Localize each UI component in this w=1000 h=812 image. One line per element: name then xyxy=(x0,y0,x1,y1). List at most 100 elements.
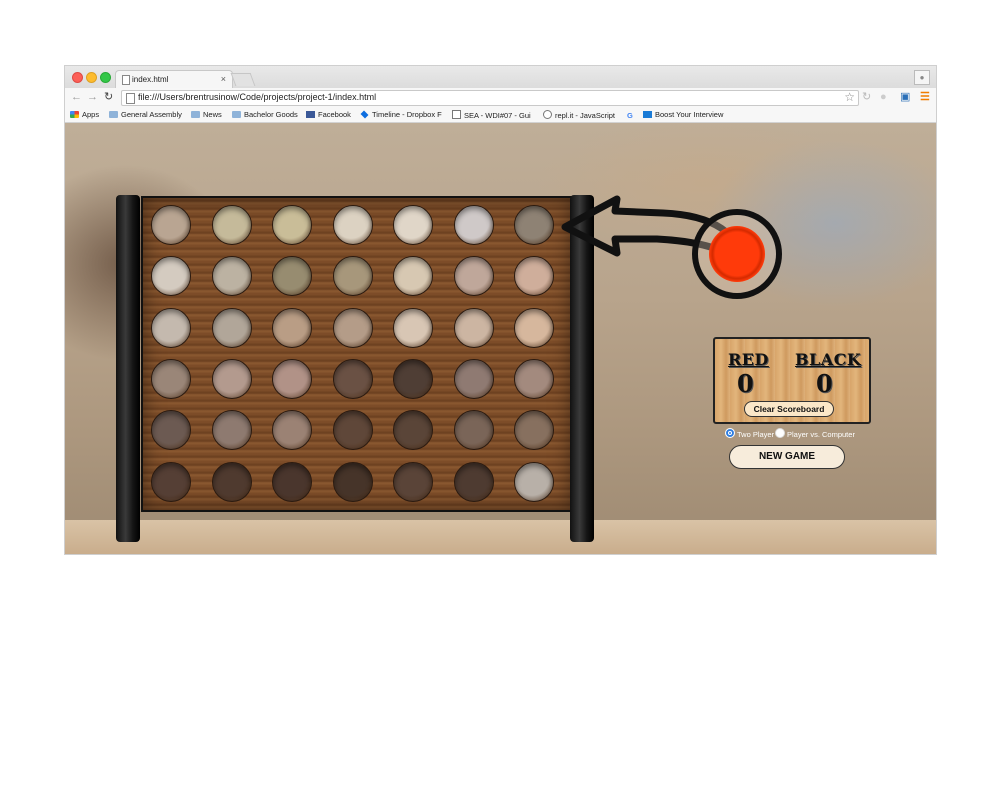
board-slot[interactable] xyxy=(272,461,312,502)
board-slot[interactable] xyxy=(272,256,312,297)
dropbox-icon xyxy=(360,110,369,119)
table-surface xyxy=(65,520,936,554)
board-slot[interactable] xyxy=(453,256,494,297)
board-slot[interactable] xyxy=(393,307,433,348)
board-slot[interactable] xyxy=(211,307,252,348)
board-slot[interactable] xyxy=(332,410,373,451)
mode-two-player[interactable]: Two Player xyxy=(725,428,774,439)
board-slot[interactable] xyxy=(453,410,494,451)
title-bar: index.html × ● xyxy=(65,66,936,89)
page-icon xyxy=(126,93,135,104)
board-slot[interactable] xyxy=(211,256,252,297)
bookmark-facebook[interactable]: Facebook xyxy=(306,110,351,119)
board-slot[interactable] xyxy=(211,410,252,451)
bookmark-label: News xyxy=(203,110,222,119)
minimize-window-button[interactable] xyxy=(86,72,97,83)
google-icon: G xyxy=(627,111,633,120)
board-slot[interactable] xyxy=(272,410,312,451)
board-slot[interactable] xyxy=(272,358,312,399)
board-slot[interactable] xyxy=(211,205,252,245)
board-slot[interactable] xyxy=(514,410,554,451)
board-slot[interactable] xyxy=(332,307,373,348)
extension-shield-icon[interactable]: ● xyxy=(880,91,887,103)
board-slot[interactable] xyxy=(514,256,554,297)
board-slot[interactable] xyxy=(332,205,373,245)
two-player-radio[interactable] xyxy=(725,428,735,438)
screen-capture-icon[interactable]: ▣ xyxy=(900,91,910,103)
new-game-button[interactable]: NEW GAME xyxy=(729,445,845,469)
board-slot[interactable] xyxy=(151,358,191,399)
board-slot[interactable] xyxy=(332,256,373,297)
board-slot[interactable] xyxy=(453,461,494,502)
board-slot[interactable] xyxy=(151,205,191,245)
address-bar[interactable]: file:///Users/brentrusinow/Code/projects… xyxy=(121,90,859,106)
browser-window: index.html × ● ← → ↻ file:///Users/brent… xyxy=(65,66,936,554)
bookmark-label: Apps xyxy=(82,110,100,119)
profile-icon[interactable]: ● xyxy=(914,70,930,85)
board-slot[interactable] xyxy=(453,307,494,348)
bookmark-label: General Assembly xyxy=(121,110,182,119)
game-page: RED BLACK 0 0 Clear Scoreboard Two Playe… xyxy=(65,123,936,554)
tab-title: index.html xyxy=(132,75,169,84)
bookmark-general-assembly[interactable]: General Assembly xyxy=(109,110,182,119)
board-slot[interactable] xyxy=(332,461,373,502)
bookmark-label: SEA - WDI#07 - Gui xyxy=(464,111,531,120)
bookmark-news[interactable]: News xyxy=(191,110,222,119)
apps-grid-icon xyxy=(70,111,79,118)
menu-icon[interactable]: ☰ xyxy=(920,91,930,103)
bookmark-google[interactable]: G xyxy=(627,110,636,120)
extension-refresh-icon[interactable]: ↻ xyxy=(862,91,871,103)
board-slot[interactable] xyxy=(514,307,554,348)
two-player-label: Two Player xyxy=(737,430,775,439)
board-slot[interactable] xyxy=(393,410,433,451)
bookmark-apps[interactable]: Apps xyxy=(70,110,99,119)
url-text: file:///Users/brentrusinow/Code/projects… xyxy=(138,92,377,102)
back-arrow-icon[interactable]: ← xyxy=(71,91,82,103)
close-window-button[interactable] xyxy=(72,72,83,83)
board-slot[interactable] xyxy=(272,205,312,245)
page-icon xyxy=(543,110,552,119)
forward-arrow-icon[interactable]: → xyxy=(87,91,98,103)
board-slot[interactable] xyxy=(393,358,433,399)
bookmark-label: Bachelor Goods xyxy=(244,110,298,119)
scoreboard: RED BLACK 0 0 Clear Scoreboard xyxy=(713,337,871,424)
new-tab-button[interactable] xyxy=(230,73,256,86)
board-slot[interactable] xyxy=(211,358,252,399)
bookmark-star-icon[interactable]: ☆ xyxy=(844,90,855,104)
reload-icon[interactable]: ↻ xyxy=(104,91,113,103)
zoom-window-button[interactable] xyxy=(100,72,111,83)
folder-icon xyxy=(191,111,200,118)
bookmark-bachelor-goods[interactable]: Bachelor Goods xyxy=(232,110,298,119)
vs-computer-radio[interactable] xyxy=(775,428,785,438)
board-slot[interactable] xyxy=(272,307,312,348)
bookmark-boost-interview[interactable]: Boost Your Interview xyxy=(643,110,723,119)
tab-close-icon[interactable]: × xyxy=(221,74,226,84)
tab-index-html[interactable]: index.html × xyxy=(115,70,233,89)
board-slot[interactable] xyxy=(332,358,373,399)
bookmark-label: Boost Your Interview xyxy=(655,110,724,119)
bookmark-sea-wdi[interactable]: SEA - WDI#07 - Gui xyxy=(452,110,531,120)
facebook-icon xyxy=(306,111,315,118)
board-slot[interactable] xyxy=(514,358,554,399)
board-slot[interactable] xyxy=(453,358,494,399)
board-slot[interactable] xyxy=(393,461,433,502)
board-slot[interactable] xyxy=(393,205,433,245)
connect-four-board[interactable] xyxy=(141,196,573,512)
bookmark-label: Facebook xyxy=(318,110,351,119)
board-slot[interactable] xyxy=(151,410,191,451)
board-slot[interactable] xyxy=(514,205,554,245)
board-slot[interactable] xyxy=(453,205,494,245)
bookmark-dropbox[interactable]: Timeline - Dropbox F xyxy=(360,110,442,119)
clear-scoreboard-button[interactable]: Clear Scoreboard xyxy=(744,401,834,417)
board-slot[interactable] xyxy=(151,307,191,348)
board-slot[interactable] xyxy=(393,256,433,297)
red-score-value: 0 xyxy=(737,369,754,398)
bookmark-replit[interactable]: repl.it - JavaScript xyxy=(543,110,615,120)
board-slot[interactable] xyxy=(151,256,191,297)
board-slot[interactable] xyxy=(514,461,554,502)
bookmark-icon xyxy=(643,111,652,118)
board-slot[interactable] xyxy=(151,461,191,502)
board-slot[interactable] xyxy=(211,461,252,502)
mode-vs-computer[interactable]: Player vs. Computer xyxy=(775,428,855,439)
page-icon xyxy=(122,75,130,85)
